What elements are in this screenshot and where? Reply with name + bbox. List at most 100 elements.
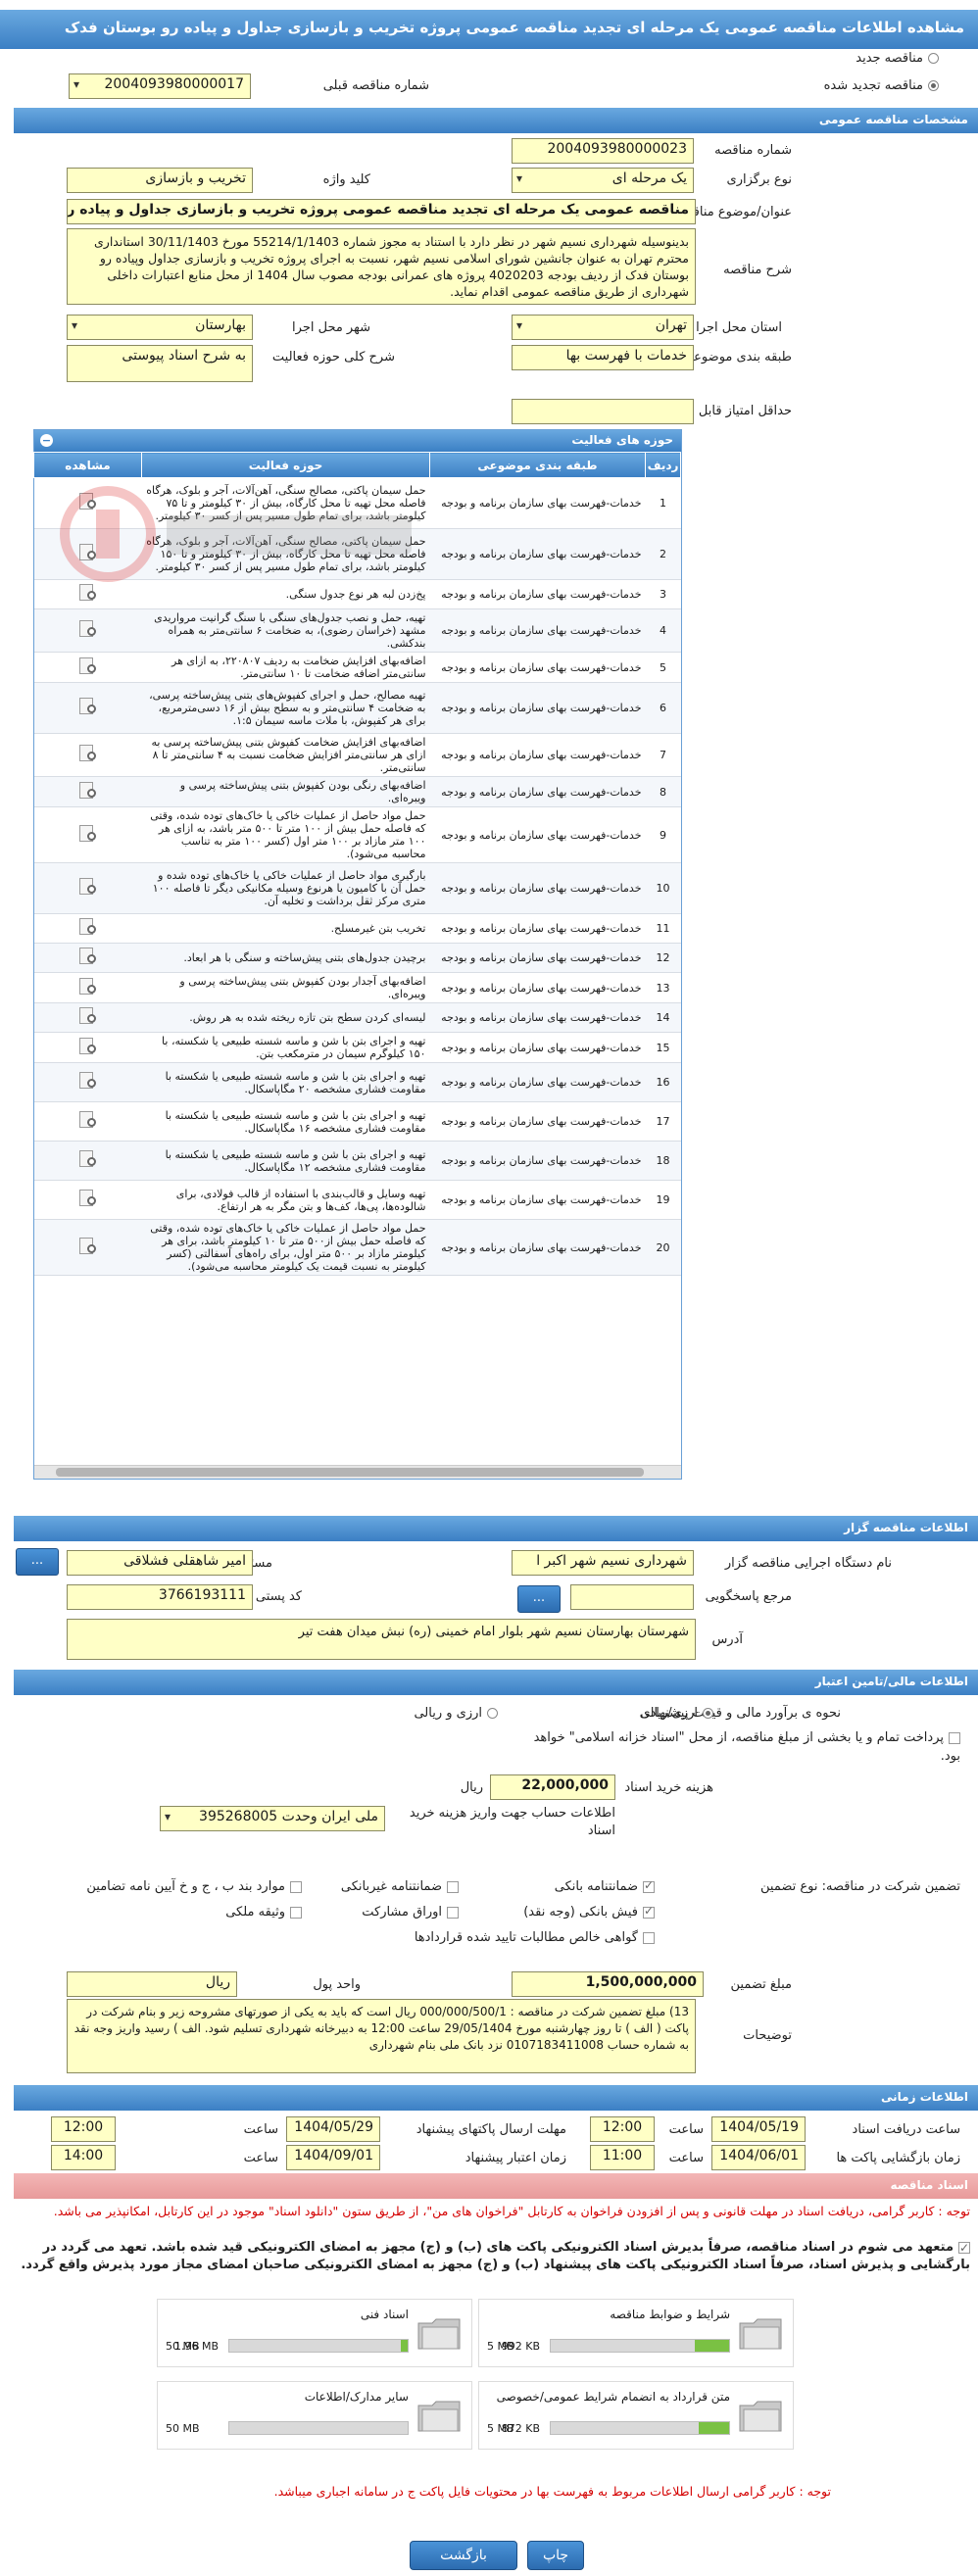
doc-fee-field: 22,000,000 (490, 1774, 615, 1800)
view-icon[interactable] (75, 976, 101, 997)
row-view-cell (33, 1101, 142, 1142)
validity-label: زمان اعتبار پیشنهاد (465, 2151, 566, 2165)
document-title: اسناد فنی (360, 2308, 409, 2321)
row-view-cell (33, 862, 142, 914)
docs-section-header: اسناد مناقصه (14, 2173, 978, 2199)
column-header: ردیف (645, 452, 681, 478)
view-icon[interactable] (75, 916, 101, 938)
view-icon[interactable] (75, 1109, 101, 1131)
view-icon[interactable] (75, 1236, 101, 1257)
print-button[interactable]: چاپ (527, 2541, 584, 2570)
guarantee-option-checkbox[interactable]: فیش بانکی (وجه نقد) (523, 1904, 655, 1920)
guarantee-option-checkbox[interactable]: ضمانتنامه بانکی (555, 1878, 655, 1894)
scope-field: به شرح اسناد پیوستی (67, 345, 253, 382)
doc-fee-label: هزینه خرید اسناد (624, 1780, 713, 1795)
row-activity: حمل مواد حاصل از عملیات خاکی یا خاک‌های … (141, 806, 430, 863)
opt-currency-radio[interactable]: ارزی و ریالی (414, 1706, 498, 1721)
guarantee-option-checkbox[interactable]: موارد بند ب ، ج و خ آیین نامه تضامین (86, 1879, 302, 1894)
document-upload-box[interactable]: متن قرارداد به انضمام شرایط عمومی/خصوصی 8… (478, 2381, 794, 2450)
reference-label: مرجع پاسخگویی (705, 1589, 792, 1604)
row-category: خدمات-فهرست بهای سازمان برنامه و بودجه (429, 733, 646, 777)
row-category: خدمات-فهرست بهای سازمان برنامه و بودجه (429, 913, 646, 944)
view-icon[interactable] (75, 1070, 101, 1092)
guarantee-option-checkbox[interactable]: گواهی خالص مطالبات تایید شده قراردادها (415, 1930, 655, 1945)
activity-panel: حوزه های فعالیت − ردیف طبقه بندی موضوعی حو… (33, 429, 682, 1480)
document-upload-box[interactable]: شرایط و ضوابط مناقصه 992 KB 5 MB (478, 2299, 794, 2367)
table-row: 16 خدمات-فهرست بهای سازمان برنامه و بودجه… (33, 1062, 681, 1102)
view-icon[interactable] (75, 618, 101, 640)
row-number: 11 (645, 913, 681, 944)
view-icon[interactable] (75, 542, 101, 563)
row-view-cell (33, 528, 142, 580)
row-number: 16 (645, 1062, 681, 1102)
row-number: 14 (645, 1002, 681, 1033)
postal-field: 3766193111 (67, 1584, 253, 1610)
view-icon[interactable] (75, 696, 101, 717)
treasury-checkbox[interactable]: پرداخت تمام و یا بخشی از مبلغ مناقصه، از… (529, 1728, 960, 1766)
view-icon[interactable] (75, 743, 101, 764)
opt-rial-radio[interactable]: ارزی/ریالی (640, 1706, 713, 1721)
folder-icon (739, 2318, 782, 2350)
row-category: خدمات-فهرست بهای سازمان برنامه و بودجه (429, 776, 646, 807)
document-max-size: 50 MB (166, 2340, 200, 2353)
document-upload-box[interactable]: اسناد فنی 1.96 MB 50 MB (157, 2299, 472, 2367)
row-activity: تهیه و اجرای بتن با شن و ماسه شسته طبیعی… (141, 1101, 430, 1142)
checkbox-indicator (958, 2239, 970, 2257)
reference-more-button[interactable]: ... (517, 1585, 561, 1613)
view-icon[interactable] (75, 1036, 101, 1057)
collapse-icon[interactable]: − (40, 434, 53, 447)
row-view-cell (33, 682, 142, 734)
guarantee-option-checkbox[interactable]: اوراق مشارکت (362, 1905, 459, 1920)
row-activity: لیسه‌ای کردن سطح بتن تازه ریخته شده به ه… (141, 1002, 430, 1033)
scrollbar-thumb[interactable] (56, 1468, 644, 1477)
guarantee-option-checkbox[interactable]: وثیقه ملکی (225, 1905, 302, 1920)
view-icon[interactable] (75, 823, 101, 845)
account-select[interactable]: ملی ایران وحدت 395268005 (160, 1806, 385, 1831)
upload-progress (228, 2339, 409, 2353)
tender-type-select[interactable]: یک مرحله ای (512, 168, 694, 193)
commitment-checkbox[interactable]: متعهد می شوم در اسناد مناقصه، صرفاً بدیر… (8, 2239, 970, 2274)
city-label: شهر محل اجرا (292, 320, 370, 335)
view-icon[interactable] (75, 876, 101, 898)
view-icon[interactable] (75, 656, 101, 677)
view-icon[interactable] (75, 582, 101, 604)
view-icon[interactable] (75, 780, 101, 802)
row-number: 1 (645, 477, 681, 529)
row-number: 20 (645, 1219, 681, 1276)
time-word: ساعت (668, 2151, 704, 2165)
upload-progress (550, 2421, 730, 2435)
table-row: 17 خدمات-فهرست بهای سازمان برنامه و بودجه… (33, 1101, 681, 1142)
view-icon[interactable] (75, 946, 101, 967)
renewed-tender-radio[interactable]: مناقصه تجدید شده (824, 78, 939, 93)
officer-more-button[interactable]: ... (16, 1548, 59, 1576)
row-view-cell (33, 579, 142, 609)
row-activity: تهیه، حمل و نصب جدول‌های سنگی با سنگ گرا… (141, 608, 430, 653)
horizontal-scrollbar[interactable] (34, 1465, 681, 1479)
view-icon[interactable] (75, 1005, 101, 1027)
organizer-section-header: اطلاعات مناقصه گزار (14, 1516, 978, 1541)
submit-deadline-date: 1404/05/29 (286, 2116, 380, 2142)
table-row: 10 خدمات-فهرست بهای سازمان برنامه و بودجه… (33, 862, 681, 914)
view-icon[interactable] (75, 1188, 101, 1209)
city-select[interactable]: بهارستان (67, 315, 253, 340)
row-category: خدمات-فهرست بهای سازمان برنامه و بودجه (429, 1219, 646, 1276)
document-upload-box[interactable]: سایر مدارک/اطلاعات 50 MB (157, 2381, 472, 2450)
validity-time: 14:00 (51, 2145, 116, 2170)
new-tender-radio[interactable]: مناقصه جدید (856, 51, 939, 66)
row-activity: بارگیری مواد حاصل از عملیات خاکی یا خاک‌… (141, 862, 430, 914)
table-row: 6 خدمات-فهرست بهای سازمان برنامه و بودجه ت… (33, 682, 681, 734)
scope-label: شرح کلی حوزه فعالیت (271, 350, 395, 365)
prev-number-label: شماره مناقصه قبلی (322, 78, 429, 93)
folder-icon (417, 2318, 461, 2350)
view-icon[interactable] (75, 1148, 101, 1170)
row-category: خدمات-فهرست بهای سازمان برنامه و بودجه (429, 943, 646, 973)
prev-number-select[interactable]: 2004093980000017 (69, 73, 251, 99)
province-select[interactable]: تهران (512, 315, 694, 340)
back-button[interactable]: بازگشت (410, 2541, 517, 2570)
folder-icon (417, 2401, 461, 2432)
doc-start-date: 1404/05/19 (711, 2116, 806, 2142)
view-icon[interactable] (75, 491, 101, 512)
tender-number-label: شماره مناقصه (714, 143, 792, 158)
guarantee-option-checkbox[interactable]: ضمانتنامه غیربانکی (341, 1879, 459, 1894)
table-row: 3 خدمات-فهرست بهای سازمان برنامه و بودجه پ… (33, 579, 681, 609)
